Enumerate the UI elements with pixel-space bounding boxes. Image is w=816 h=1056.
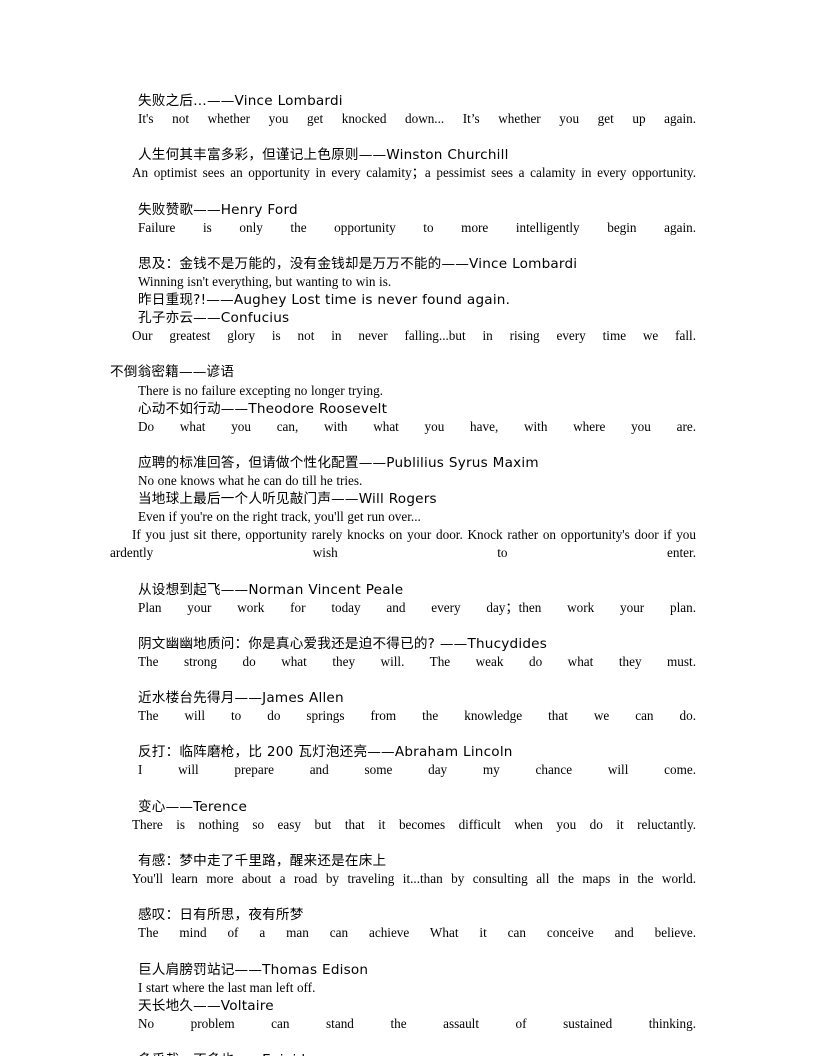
- document-line: 失败之后…——Vince Lombardi: [138, 93, 343, 109]
- document-line: Failure is only the opportunity to more …: [138, 219, 696, 235]
- document-line: 反打：临阵磨枪，比 200 瓦灯泡还亮——Abraham Lincoln: [138, 744, 513, 761]
- document-line: 天长地久——Voltaire: [138, 997, 274, 1014]
- document-line: 变心——Terence: [138, 798, 248, 815]
- document-line: 有感：梦中走了千里路，醒来还是在床上: [138, 852, 387, 869]
- document-line: You'll learn more about a road by travel…: [132, 871, 696, 887]
- document-line: The mind of a man can achieve What it ca…: [138, 925, 696, 941]
- document-line: 心动不如行动——Theodore Roosevelt: [138, 400, 388, 417]
- document-line: An optimist sees an opportunity in every…: [132, 165, 696, 181]
- document-line: I will prepare and some day my chance wi…: [138, 762, 696, 778]
- document-line: 阴文幽幽地质问：你是真心爱我还是迫不得已的? ——Thucydides: [138, 635, 547, 652]
- document-line: If you just sit there, opportunity rarel…: [110, 527, 696, 561]
- document-page: 失败之后…——Vince Lombardi It's not whether yo…: [0, 0, 816, 1056]
- document-line: 应聘的标准回答，但请做个性化配置——Publilius Syrus Maxim: [138, 454, 539, 471]
- document-line: 人生何其丰富多彩，但谨记上色原则——Winston Churchill: [138, 147, 509, 164]
- document-line: 思及：金钱不是万能的，没有金钱却是万万不能的——Vince Lombardi: [138, 255, 578, 272]
- document-line: 不倒翁密籍——谚语: [110, 364, 235, 381]
- document-line: The strong do what they will. The weak d…: [138, 653, 696, 669]
- document-line: It's not whether you get knocked down...…: [138, 111, 696, 127]
- document-line: 多乎哉，不多也——Euipides: [110, 1051, 696, 1056]
- document-line: 近水楼台先得月——James Allen: [138, 690, 344, 707]
- document-line: 孔子亦云——Confucius: [138, 310, 290, 327]
- document-line: Winning isn't everything, but wanting to…: [138, 273, 392, 289]
- document-line: Our greatest glory is not in never falli…: [132, 328, 696, 344]
- document-line: Even if you're on the right track, you'l…: [138, 509, 421, 525]
- document-line: 从设想到起飞——Norman Vincent Peale: [138, 581, 404, 598]
- document-line: I start where the last man left off.: [138, 979, 316, 995]
- document-line: 昨日重现?!——Aughey Lost time is never found …: [138, 292, 511, 309]
- document-line: 巨人肩膀罚站记——Thomas Edison: [138, 961, 369, 978]
- document-line: 当地球上最后一个人听见敲门声——Will Rogers: [138, 491, 437, 508]
- document-body: 失败之后…——Vince Lombardi It's not whether yo…: [110, 92, 696, 1056]
- document-line: Plan your work for today and every day；t…: [138, 599, 696, 615]
- document-line: There is nothing so easy but that it bec…: [132, 816, 696, 832]
- document-line: There is no failure excepting no longer …: [138, 382, 384, 398]
- document-line: The will to do springs from the knowledg…: [138, 708, 696, 724]
- document-line: Do what you can, with what you have, wit…: [138, 418, 696, 434]
- document-line: No one knows what he can do till he trie…: [138, 472, 363, 488]
- document-line: No problem can stand the assault of sust…: [138, 1015, 696, 1031]
- document-line: 失败赞歌——Henry Ford: [138, 201, 298, 218]
- document-line: 感叹：日有所思，夜有所梦: [138, 907, 304, 924]
